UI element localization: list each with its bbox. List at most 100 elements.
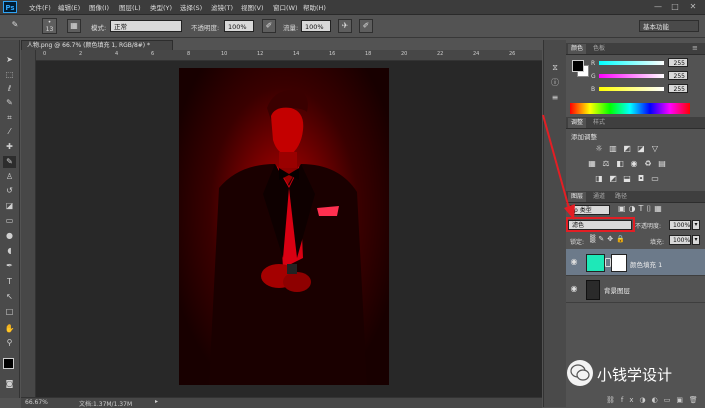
vibrance-icon[interactable]: ▽ — [650, 144, 660, 153]
menu-select[interactable]: 选择(S) — [180, 2, 202, 12]
maximize-icon[interactable]: □ — [668, 1, 682, 12]
workspace-select[interactable]: 基本功能 — [639, 20, 699, 32]
channel-g-label: G — [591, 73, 596, 80]
close-icon[interactable]: ✕ — [686, 1, 700, 12]
lasso-tool-icon[interactable]: ℓ — [3, 83, 16, 95]
invert-icon[interactable]: ◨ — [594, 174, 604, 183]
threshold-icon[interactable]: ⬓ — [622, 174, 632, 183]
black-white-icon[interactable]: ◧ — [615, 159, 625, 168]
opacity-dropdown-icon[interactable]: ▾ — [692, 220, 700, 230]
channel-g-value[interactable]: 255 — [668, 71, 688, 80]
fill-dropdown-icon[interactable]: ▾ — [692, 235, 700, 245]
tab-channels[interactable]: 通道 — [590, 192, 608, 202]
properties-panel-icon[interactable]: ⓘ — [548, 77, 562, 89]
tab-paths[interactable]: 路径 — [612, 192, 630, 202]
history-brush-tool-icon[interactable]: ↺ — [3, 185, 16, 197]
hand-tool-icon[interactable]: ✋ — [3, 323, 16, 335]
gradient-map-icon[interactable]: ▭ — [650, 174, 660, 183]
rectangle-tool-icon[interactable]: □ — [3, 306, 16, 318]
channel-b-value[interactable]: 255 — [668, 84, 688, 93]
brush-panel-icon[interactable]: ▦ — [67, 19, 81, 33]
menu-help[interactable]: 帮助(H) — [303, 2, 326, 12]
layer-name[interactable]: 颜色填充 1 — [630, 259, 662, 269]
brush-tool-icon[interactable]: ✎ — [3, 156, 16, 168]
channel-mixer-icon[interactable]: ♻ — [643, 159, 653, 168]
ruler-mark: 24 — [473, 51, 480, 57]
blur-tool-icon[interactable]: ● — [3, 230, 16, 242]
gradient-tool-icon[interactable]: ▭ — [3, 215, 16, 227]
menu-filter[interactable]: 滤镜(T) — [211, 2, 233, 12]
channel-b-slider[interactable] — [599, 87, 664, 91]
curves-icon[interactable]: ◩ — [622, 144, 632, 153]
document-tab[interactable]: 人物.png @ 66.7% (颜色填充 1, RGB/8#) * — [21, 40, 173, 50]
marquee-tool-icon[interactable]: ⬚ — [3, 69, 16, 81]
layer-row[interactable]: ◉ 颜色填充 1 — [566, 249, 705, 276]
channel-g-slider[interactable] — [599, 74, 664, 78]
zoom-tool-icon[interactable]: ⚲ — [3, 337, 16, 349]
menu-window[interactable]: 窗口(W) — [273, 2, 298, 12]
status-arrow-icon[interactable]: ▸ — [155, 398, 158, 405]
hue-saturation-icon[interactable]: ▦ — [587, 159, 597, 168]
layers-opacity-field[interactable]: 100% — [669, 220, 691, 230]
pressure-opacity-icon[interactable]: ✐ — [262, 19, 276, 33]
layer-filter-icons[interactable]: ▣◑T⌷▦ — [618, 204, 665, 214]
quick-select-tool-icon[interactable]: ✎ — [3, 97, 16, 109]
levels-icon[interactable]: ▥ — [608, 144, 618, 153]
eraser-tool-icon[interactable]: ◪ — [3, 200, 16, 212]
crop-tool-icon[interactable]: ⌗ — [3, 112, 16, 124]
panel-menu-icon[interactable]: ≡ — [692, 44, 698, 52]
exposure-icon[interactable]: ◪ — [636, 144, 646, 153]
tab-styles[interactable]: 样式 — [590, 118, 608, 128]
layer-name[interactable]: 背景图层 — [604, 285, 630, 295]
history-panel-icon[interactable]: ⧖ — [548, 62, 562, 74]
menu-file[interactable]: 文件(F) — [29, 2, 51, 12]
dodge-tool-icon[interactable]: ◖ — [3, 245, 16, 257]
channel-r-slider[interactable] — [599, 61, 664, 65]
selective-color-icon[interactable]: ◘ — [636, 174, 646, 183]
layer-mask-thumbnail[interactable] — [611, 254, 627, 272]
minimize-icon[interactable]: — — [651, 1, 665, 12]
ruler-mark: 4 — [115, 51, 119, 57]
lock-icons[interactable]: ▒✎✥🔒 — [590, 235, 628, 243]
layers-footer-icons[interactable]: ⛓fx◑◐▭▣🗑 — [606, 396, 704, 404]
menu-view[interactable]: 视图(V) — [241, 2, 264, 12]
actions-panel-icon[interactable]: ≡ — [548, 92, 562, 104]
menu-edit[interactable]: 编辑(E) — [58, 2, 80, 12]
type-tool-icon[interactable]: T — [3, 276, 16, 288]
pressure-size-icon[interactable]: ✐ — [359, 19, 373, 33]
visibility-eye-icon[interactable]: ◉ — [569, 257, 579, 267]
move-tool-icon[interactable]: ➤ — [3, 54, 16, 66]
foreground-color-swatch[interactable] — [3, 358, 14, 369]
menu-layer[interactable]: 图层(L) — [119, 2, 141, 12]
opacity-field[interactable]: 100% — [224, 20, 254, 32]
channel-r-value[interactable]: 255 — [668, 58, 688, 67]
color-balance-icon[interactable]: ⚖ — [601, 159, 611, 168]
visibility-eye-icon[interactable]: ◉ — [569, 284, 579, 294]
lock-label: 锁定: — [570, 239, 585, 246]
color-fg-swatch[interactable] — [572, 60, 584, 72]
posterize-icon[interactable]: ◩ — [608, 174, 618, 183]
tab-color[interactable]: 颜色 — [568, 44, 587, 54]
brightness-icon[interactable]: ☼ — [594, 144, 604, 153]
zoom-level[interactable]: 66.67% — [25, 399, 48, 406]
photo-filter-icon[interactable]: ◉ — [629, 159, 639, 168]
eyedropper-tool-icon[interactable]: ⁄ — [3, 126, 16, 138]
path-select-tool-icon[interactable]: ↖ — [3, 291, 16, 303]
pen-tool-icon[interactable]: ✒ — [3, 260, 16, 272]
fill-field[interactable]: 100% — [669, 235, 691, 245]
menu-image[interactable]: 图像(I) — [89, 2, 109, 12]
clone-stamp-tool-icon[interactable]: ♙ — [3, 171, 16, 183]
color-spectrum-ramp[interactable] — [570, 103, 690, 114]
mode-select[interactable]: 正常 — [110, 20, 182, 32]
canvas-image[interactable] — [179, 68, 389, 385]
brush-tool-icon[interactable]: ✎ — [8, 19, 22, 33]
brush-preset-picker[interactable]: • 13 — [42, 18, 57, 34]
flow-field[interactable]: 100% — [301, 20, 331, 32]
menu-type[interactable]: 类型(Y) — [150, 2, 172, 12]
quick-mask-icon[interactable]: ◙ — [3, 378, 16, 390]
color-lookup-icon[interactable]: ▤ — [657, 159, 667, 168]
layer-row[interactable]: ◉ 背景图层 — [566, 276, 705, 303]
spot-heal-tool-icon[interactable]: ✚ — [3, 141, 16, 153]
tab-swatches[interactable]: 色板 — [590, 44, 608, 54]
airbrush-icon[interactable]: ✈ — [338, 19, 352, 33]
